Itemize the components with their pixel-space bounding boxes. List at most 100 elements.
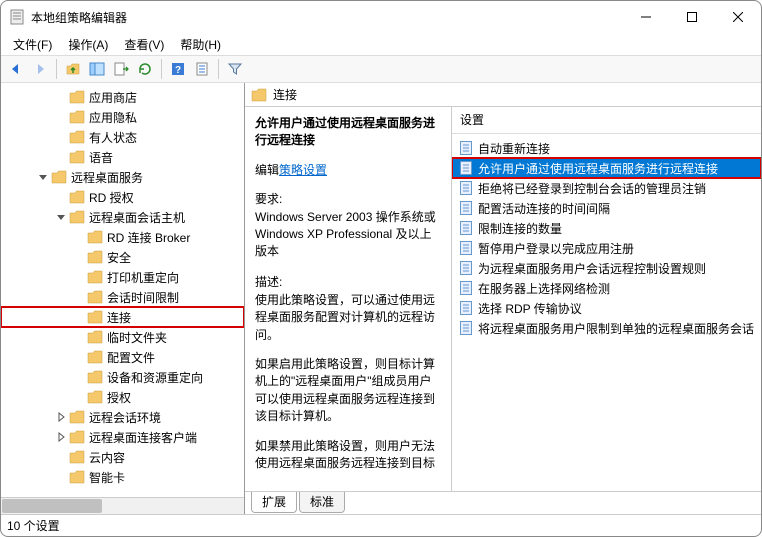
setting-row[interactable]: 选择 RDP 传输协议 <box>452 298 761 318</box>
tree-item-label: 远程桌面连接客户端 <box>89 429 197 446</box>
tree-item[interactable]: 云内容 <box>1 447 244 467</box>
policy-icon <box>458 260 474 276</box>
tree-item-label: 云内容 <box>89 449 125 466</box>
tree-item[interactable]: 配置文件 <box>1 347 244 367</box>
tree-item-label: 应用商店 <box>89 89 137 106</box>
tree-item[interactable]: 打印机重定向 <box>1 267 244 287</box>
policy-icon <box>458 140 474 156</box>
setting-label: 将远程桌面服务用户限制到单独的远程桌面服务会话 <box>478 320 754 337</box>
menu-view[interactable]: 查看(V) <box>116 34 172 55</box>
edit-policy-link[interactable]: 策略设置 <box>279 163 327 177</box>
tree-hscrollbar[interactable] <box>1 497 244 514</box>
svg-text:?: ? <box>175 65 181 76</box>
tree-item[interactable]: 设备和资源重定向 <box>1 367 244 387</box>
twisty-none <box>55 451 67 463</box>
folder-icon <box>87 350 103 364</box>
policy-icon <box>458 280 474 296</box>
tree-item[interactable]: 授权 <box>1 387 244 407</box>
policy-icon <box>458 200 474 216</box>
tree-item[interactable]: 应用商店 <box>1 87 244 107</box>
setting-row[interactable]: 暂停用户登录以完成应用注册 <box>452 238 761 258</box>
tree-item[interactable]: 会话时间限制 <box>1 287 244 307</box>
setting-label: 配置活动连接的时间间隔 <box>478 200 610 217</box>
setting-label: 拒绝将已经登录到控制台会话的管理员注销 <box>478 180 706 197</box>
tree-item[interactable]: 远程会话环境 <box>1 407 244 427</box>
tree-item-label: 配置文件 <box>107 349 155 366</box>
right-pane: 连接 允许用户通过使用远程桌面服务进行远程连接 编辑策略设置 要求: Windo… <box>245 83 761 514</box>
setting-row[interactable]: 配置活动连接的时间间隔 <box>452 198 761 218</box>
chevron-down-icon[interactable] <box>37 171 49 183</box>
tree-item-label: 智能卡 <box>89 469 125 486</box>
titlebar: 本地组策略编辑器 <box>1 1 761 33</box>
folder-icon <box>69 430 85 444</box>
menu-action[interactable]: 操作(A) <box>60 34 116 55</box>
tree: 应用商店应用隐私有人状态语音远程桌面服务RD 授权远程桌面会话主机 RD 连接 B… <box>1 83 244 487</box>
tab-extended[interactable]: 扩展 <box>251 492 297 513</box>
tree-item[interactable]: RD 连接 Broker <box>1 227 244 247</box>
twisty-none <box>55 131 67 143</box>
tree-item[interactable]: 远程桌面连接客户端 <box>1 427 244 447</box>
tab-standard[interactable]: 标准 <box>299 492 345 513</box>
tree-item[interactable]: 智能卡 <box>1 467 244 487</box>
tree-item-label: 临时文件夹 <box>107 329 167 346</box>
tree-item-label: 会话时间限制 <box>107 289 179 306</box>
menu-file[interactable]: 文件(F) <box>5 34 60 55</box>
chevron-right-icon[interactable] <box>55 411 67 423</box>
forward-button[interactable] <box>29 58 51 80</box>
twisty-none <box>55 111 67 123</box>
separator <box>56 59 57 79</box>
menu-help[interactable]: 帮助(H) <box>172 34 229 55</box>
setting-row[interactable]: 为远程桌面服务用户会话远程控制设置规则 <box>452 258 761 278</box>
tree-scroll[interactable]: 应用商店应用隐私有人状态语音远程桌面服务RD 授权远程桌面会话主机 RD 连接 B… <box>1 83 244 497</box>
back-button[interactable] <box>5 58 27 80</box>
tree-item[interactable]: 临时文件夹 <box>1 327 244 347</box>
twisty-none <box>73 251 85 263</box>
selected-policy-title: 允许用户通过使用远程桌面服务进行远程连接 <box>255 115 441 149</box>
setting-row[interactable]: 将远程桌面服务用户限制到单独的远程桌面服务会话 <box>452 318 761 338</box>
setting-label: 允许用户通过使用远程桌面服务进行远程连接 <box>478 160 718 177</box>
setting-row[interactable]: 拒绝将已经登录到控制台会话的管理员注销 <box>452 178 761 198</box>
twisty-none <box>55 471 67 483</box>
setting-row[interactable]: 在服务器上选择网络检测 <box>452 278 761 298</box>
tree-item[interactable]: 连接 <box>1 307 244 327</box>
settings-list: 自动重新连接允许用户通过使用远程桌面服务进行远程连接拒绝将已经登录到控制台会话的… <box>452 138 761 491</box>
folder-icon <box>87 290 103 304</box>
tree-item[interactable]: 远程桌面服务 <box>1 167 244 187</box>
filter-button[interactable] <box>224 58 246 80</box>
twisty-none <box>73 231 85 243</box>
show-hide-tree-button[interactable] <box>86 58 108 80</box>
tree-item[interactable]: 有人状态 <box>1 127 244 147</box>
edit-label: 编辑 <box>255 163 279 177</box>
policy-icon <box>458 180 474 196</box>
minimize-button[interactable] <box>623 1 669 33</box>
description-text-1: 使用此策略设置，可以通过使用远程桌面服务配置对计算机的远程访问。 <box>255 292 441 344</box>
maximize-button[interactable] <box>669 1 715 33</box>
tree-item-label: RD 连接 Broker <box>107 229 190 246</box>
settings-column-header[interactable]: 设置 <box>452 107 761 131</box>
policy-icon <box>458 220 474 236</box>
setting-label: 选择 RDP 传输协议 <box>478 300 582 317</box>
properties-button[interactable] <box>191 58 213 80</box>
tree-item[interactable]: 语音 <box>1 147 244 167</box>
policy-icon <box>458 240 474 256</box>
tree-item[interactable]: 安全 <box>1 247 244 267</box>
up-button[interactable] <box>62 58 84 80</box>
twisty-none <box>55 191 67 203</box>
setting-row[interactable]: 限制连接的数量 <box>452 218 761 238</box>
setting-row[interactable]: 自动重新连接 <box>452 138 761 158</box>
chevron-right-icon[interactable] <box>55 431 67 443</box>
tree-item-label: 远程桌面会话主机 <box>89 209 185 226</box>
tree-item[interactable]: 远程桌面会话主机 <box>1 207 244 227</box>
folder-icon <box>251 88 267 102</box>
right-header-title: 连接 <box>273 86 297 103</box>
setting-row[interactable]: 允许用户通过使用远程桌面服务进行远程连接 <box>452 158 761 178</box>
tree-item[interactable]: 应用隐私 <box>1 107 244 127</box>
help-button[interactable]: ? <box>167 58 189 80</box>
tree-item[interactable]: RD 授权 <box>1 187 244 207</box>
export-button[interactable] <box>110 58 132 80</box>
chevron-down-icon[interactable] <box>55 211 67 223</box>
statusbar: 10 个设置 <box>1 514 761 536</box>
refresh-button[interactable] <box>134 58 156 80</box>
close-button[interactable] <box>715 1 761 33</box>
tree-item-label: 有人状态 <box>89 129 137 146</box>
